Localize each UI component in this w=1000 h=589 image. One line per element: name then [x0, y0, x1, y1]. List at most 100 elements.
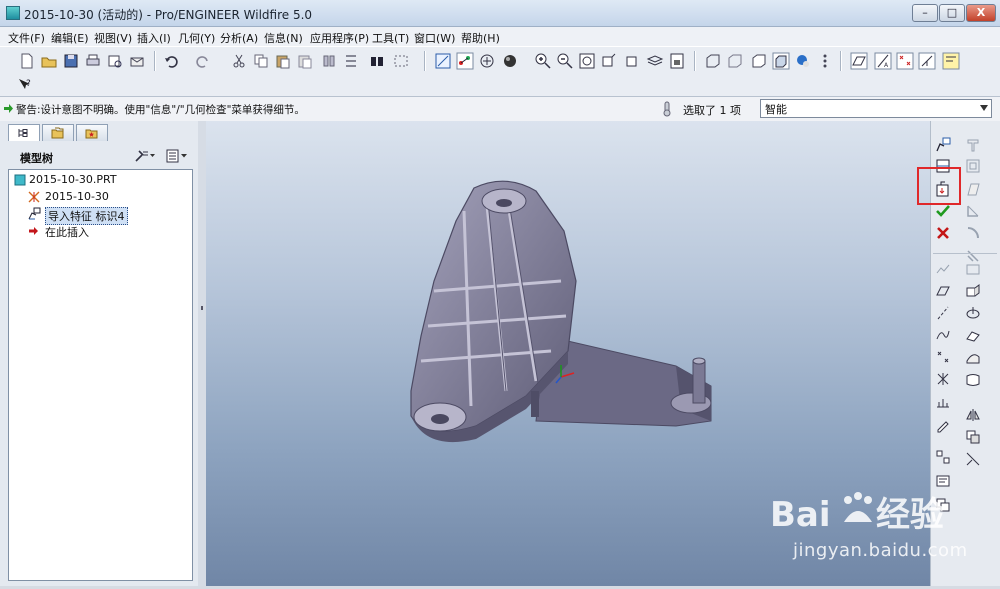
menu-applications[interactable]: 应用程序(P) — [310, 30, 369, 46]
paste-icon[interactable] — [274, 52, 292, 70]
accept-check-icon[interactable] — [935, 203, 951, 219]
sketch-tool-icon[interactable] — [935, 261, 951, 277]
tree-item-label: 2015-10-30.PRT — [29, 173, 117, 186]
navigator-panel: 模型树 2015-10-30.PRT 2015-10-30 导入特征 标识4 在… — [0, 121, 205, 586]
import-feature-icon — [28, 207, 41, 220]
appearance-sphere-icon[interactable] — [502, 52, 520, 70]
menu-help[interactable]: 帮助(H) — [461, 30, 500, 46]
pencil-sketch-icon[interactable] — [935, 417, 951, 433]
wireframe-icon[interactable] — [704, 52, 722, 70]
watermark-url: jingyan.baidu.com — [793, 540, 968, 561]
datum-axes-icon[interactable]: A — [874, 52, 892, 70]
refit-icon[interactable] — [578, 52, 596, 70]
enhanced-realism-icon[interactable] — [794, 52, 812, 70]
splitter-grip — [201, 306, 203, 310]
close-button[interactable]: X — [966, 4, 996, 22]
tree-settings-icon[interactable] — [134, 149, 156, 163]
find-icon[interactable] — [368, 52, 386, 70]
paste-special-icon[interactable] — [296, 52, 314, 70]
copy-icon[interactable] — [252, 52, 270, 70]
menu-window[interactable]: 窗口(W) — [414, 30, 455, 46]
datum-curve-tool-icon[interactable] — [935, 327, 951, 343]
menu-file[interactable]: 文件(F) — [8, 30, 45, 46]
panel-splitter[interactable] — [198, 121, 206, 586]
rib-icon[interactable] — [965, 203, 981, 219]
undo-icon[interactable] — [162, 52, 180, 70]
view-manager-icon[interactable] — [668, 52, 686, 70]
redo-icon[interactable] — [194, 52, 212, 70]
datum-planes-icon[interactable] — [850, 52, 868, 70]
annotation-display-icon[interactable] — [942, 52, 960, 70]
selection-filter-icon — [663, 101, 671, 117]
menu-analysis[interactable]: 分析(A) — [220, 30, 258, 46]
regen-manager-icon[interactable] — [342, 52, 360, 70]
flexible-feature-icon[interactable] — [965, 137, 981, 153]
tab-favorites[interactable] — [76, 124, 108, 141]
svg-text:Bai: Bai — [770, 495, 831, 535]
round-icon[interactable] — [965, 225, 981, 241]
open-folder-icon[interactable] — [40, 52, 58, 70]
sweep-icon[interactable] — [965, 327, 981, 343]
message-arrow-icon — [4, 104, 13, 113]
mirror-icon[interactable] — [965, 407, 981, 423]
reorient-icon[interactable] — [600, 52, 618, 70]
analysis-feature-icon[interactable] — [935, 394, 951, 410]
menu-geometry[interactable]: 几何(Y) — [178, 30, 215, 46]
menu-info[interactable]: 信息(N) — [264, 30, 303, 46]
datum-point-tool-icon[interactable] — [935, 349, 951, 365]
cancel-x-icon[interactable] — [935, 225, 951, 241]
zoom-in-icon[interactable] — [534, 52, 552, 70]
whats-this-icon[interactable]: ? — [16, 76, 34, 94]
print-preview-icon[interactable] — [106, 52, 124, 70]
cut-icon[interactable] — [230, 52, 248, 70]
hidden-line-icon[interactable] — [726, 52, 744, 70]
repaint-icon[interactable] — [434, 52, 452, 70]
select-box-icon[interactable] — [392, 52, 410, 70]
menu-view[interactable]: 视图(V) — [94, 30, 132, 46]
import-feature-tool-icon[interactable] — [935, 137, 951, 153]
print-icon[interactable] — [84, 52, 102, 70]
maximize-button[interactable]: □ — [939, 4, 965, 22]
datum-axis-tool-icon[interactable] — [935, 305, 951, 321]
send-email-icon[interactable] — [128, 52, 146, 70]
hole-icon[interactable] — [965, 261, 981, 277]
boundary-blend-icon[interactable] — [965, 371, 981, 387]
group-icon[interactable] — [935, 473, 951, 489]
shell-icon[interactable] — [965, 158, 981, 174]
merge-icon[interactable] — [965, 429, 981, 445]
svg-text:?: ? — [26, 79, 31, 89]
saved-views-icon[interactable] — [624, 52, 642, 70]
orient-mode-icon[interactable] — [478, 52, 496, 70]
menu-bar: 文件(F) 编辑(E) 视图(V) 插入(I) 几何(Y) 分析(A) 信息(N… — [0, 27, 1000, 46]
coordinate-system-tool-icon[interactable] — [935, 371, 951, 387]
filter-select[interactable]: 智能 — [760, 99, 992, 118]
blend-icon[interactable] — [965, 349, 981, 365]
layers-icon[interactable] — [646, 52, 664, 70]
coordinate-systems-icon[interactable] — [918, 52, 936, 70]
datum-plane-tool-icon[interactable] — [935, 283, 951, 299]
datum-points-icon[interactable] — [896, 52, 914, 70]
tab-folder-browser[interactable] — [42, 124, 74, 141]
spin-center-icon[interactable] — [456, 52, 474, 70]
folder-browser-icon — [51, 127, 64, 139]
new-file-icon[interactable] — [18, 52, 36, 70]
pattern-icon[interactable] — [935, 449, 951, 465]
minimize-button[interactable]: – — [912, 4, 938, 22]
draft-icon[interactable] — [965, 181, 981, 197]
menu-edit[interactable]: 编辑(E) — [51, 30, 89, 46]
regenerate-icon[interactable] — [320, 52, 338, 70]
trim-icon[interactable] — [965, 451, 981, 467]
toolbar-separator — [694, 51, 696, 71]
revolve-icon[interactable] — [965, 305, 981, 321]
extrude-icon[interactable] — [965, 283, 981, 299]
no-hidden-icon[interactable] — [750, 52, 768, 70]
menu-tools[interactable]: 工具(T) — [372, 30, 409, 46]
menu-insert[interactable]: 插入(I) — [137, 30, 171, 46]
save-icon[interactable] — [62, 52, 80, 70]
more-options-icon[interactable] — [816, 52, 834, 70]
zoom-out-icon[interactable] — [556, 52, 574, 70]
toolbar-separator — [933, 253, 997, 254]
shading-icon[interactable] — [772, 52, 790, 70]
tab-model-tree[interactable] — [8, 124, 40, 141]
tree-show-icon[interactable] — [166, 149, 190, 163]
